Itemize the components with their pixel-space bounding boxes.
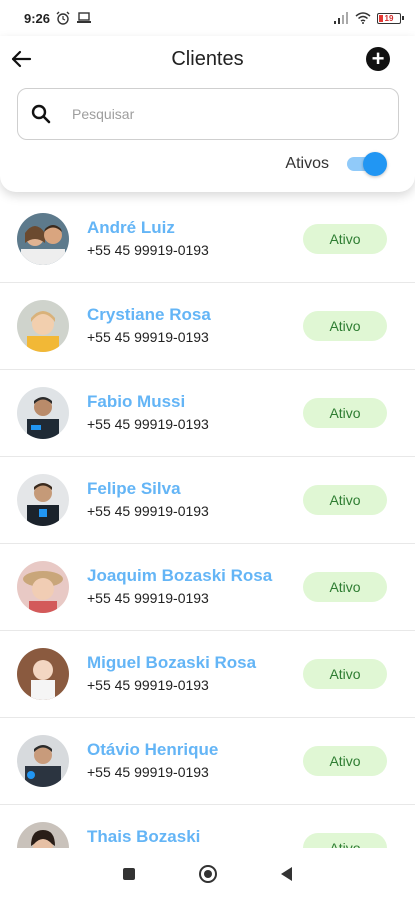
- search-input[interactable]: [70, 105, 334, 123]
- client-info: Otávio Henrique +55 45 99919-0193: [87, 740, 218, 781]
- laptop-icon: [77, 12, 92, 23]
- avatar: [17, 300, 69, 352]
- client-phone: +55 45 99919-0193: [87, 503, 209, 519]
- client-name[interactable]: Crystiane Rosa: [87, 305, 211, 325]
- toggle-knob: [363, 152, 387, 176]
- status-badge: Ativo: [303, 311, 387, 341]
- recents-icon[interactable]: [123, 868, 135, 880]
- avatar: [17, 561, 69, 613]
- client-info: Crystiane Rosa +55 45 99919-0193: [87, 305, 211, 346]
- client-row[interactable]: Joaquim Bozaski Rosa +55 45 99919-0193 A…: [0, 544, 415, 631]
- client-row[interactable]: Crystiane Rosa +55 45 99919-0193 Ativo: [0, 283, 415, 370]
- battery-icon: 19: [377, 12, 404, 24]
- client-info: Fabio Mussi +55 45 99919-0193: [87, 392, 209, 433]
- alarm-icon: [56, 11, 70, 25]
- client-name[interactable]: Fabio Mussi: [87, 392, 209, 412]
- active-toggle-label: Ativos: [285, 155, 329, 172]
- status-right: 19: [333, 12, 404, 24]
- status-badge: Ativo: [303, 746, 387, 776]
- avatar: [17, 213, 69, 265]
- status-badge: Ativo: [303, 659, 387, 689]
- client-phone: +55 45 99919-0193: [87, 416, 209, 432]
- client-row[interactable]: Felipe Silva +55 45 99919-0193 Ativo: [0, 457, 415, 544]
- plus-icon: +: [371, 46, 385, 71]
- client-phone: +55 45 99919-0193: [87, 677, 209, 693]
- client-name[interactable]: Thais Bozaski: [87, 827, 200, 847]
- client-row[interactable]: André Luiz +55 45 99919-0193 Ativo: [0, 196, 415, 283]
- wifi-icon: [355, 12, 371, 24]
- status-badge: Ativo: [303, 572, 387, 602]
- avatar: [17, 474, 69, 526]
- avatar: [17, 648, 69, 700]
- client-info: Thais Bozaski: [87, 827, 200, 850]
- search-icon: [31, 104, 51, 124]
- avatar: [17, 387, 69, 439]
- add-client-button[interactable]: +: [366, 47, 390, 71]
- client-info: Miguel Bozaski Rosa +55 45 99919-0193: [87, 653, 256, 694]
- active-filter: Ativos: [285, 152, 387, 176]
- client-name[interactable]: André Luiz: [87, 218, 209, 238]
- system-nav-bar: [0, 848, 415, 900]
- client-row[interactable]: Otávio Henrique +55 45 99919-0193 Ativo: [0, 718, 415, 805]
- page-title: Clientes: [171, 48, 244, 70]
- status-badge: Ativo: [303, 485, 387, 515]
- status-badge: Ativo: [303, 224, 387, 254]
- status-left: 9:26: [24, 11, 92, 26]
- client-name[interactable]: Joaquim Bozaski Rosa: [87, 566, 272, 586]
- avatar: [17, 735, 69, 787]
- client-info: Joaquim Bozaski Rosa +55 45 99919-0193: [87, 566, 272, 607]
- client-phone: +55 45 99919-0193: [87, 329, 209, 345]
- client-name[interactable]: Miguel Bozaski Rosa: [87, 653, 256, 673]
- search-box[interactable]: [17, 88, 399, 140]
- active-toggle[interactable]: [347, 152, 387, 176]
- status-badge: Ativo: [303, 398, 387, 428]
- home-icon[interactable]: [199, 865, 217, 883]
- signal-icon: [334, 12, 348, 24]
- client-list: André Luiz +55 45 99919-0193 Ativo Cryst…: [0, 196, 415, 892]
- client-row[interactable]: Fabio Mussi +55 45 99919-0193 Ativo: [0, 370, 415, 457]
- client-phone: +55 45 99919-0193: [87, 242, 209, 258]
- client-name[interactable]: Felipe Silva: [87, 479, 209, 499]
- header-card: Clientes + Ativos: [0, 36, 415, 192]
- client-row[interactable]: Miguel Bozaski Rosa +55 45 99919-0193 At…: [0, 631, 415, 718]
- client-info: André Luiz +55 45 99919-0193: [87, 218, 209, 259]
- client-name[interactable]: Otávio Henrique: [87, 740, 218, 760]
- client-phone: +55 45 99919-0193: [87, 764, 209, 780]
- back-triangle-icon[interactable]: [281, 867, 292, 881]
- client-phone: +55 45 99919-0193: [87, 590, 209, 606]
- status-time: 9:26: [24, 10, 51, 26]
- battery-level: 19: [384, 13, 394, 23]
- client-info: Felipe Silva +55 45 99919-0193: [87, 479, 209, 520]
- app-bar: Clientes +: [0, 36, 415, 84]
- status-bar: 9:26 19: [0, 0, 415, 36]
